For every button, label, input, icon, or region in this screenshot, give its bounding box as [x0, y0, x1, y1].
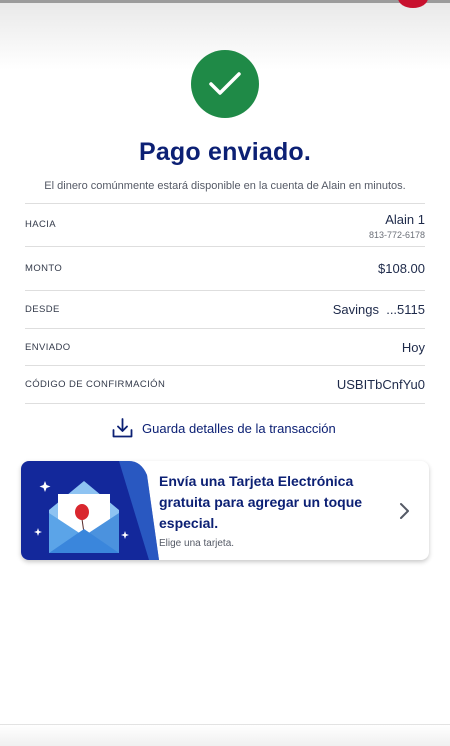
- bottom-bar: [0, 725, 450, 746]
- sent-value: Hoy: [401, 339, 425, 355]
- from-account: Savings ...5115: [332, 302, 425, 317]
- recipient-name: Alain 1: [385, 212, 425, 227]
- confirmation-label: CÓDIGO DE CONFIRMACIÓN: [25, 379, 166, 390]
- detail-row-confirmation: CÓDIGO DE CONFIRMACIÓN USBITbCnfYu0: [25, 365, 425, 404]
- detail-row-amount: MONTO $108.00: [25, 246, 425, 290]
- page-title: Pago enviado.: [138, 138, 312, 166]
- status-bar-edge: [0, 0, 450, 3]
- transaction-details: HACIA Alain 1 813-772-6178 MONTO $108.00…: [25, 203, 425, 404]
- chevron-right-icon[interactable]: [396, 501, 412, 521]
- sent-label: ENVIADO: [25, 341, 71, 353]
- envelope-balloon-illustration: [21, 461, 159, 560]
- success-checkmark: [191, 50, 259, 118]
- detail-row-sent: ENVIADO Hoy: [25, 328, 425, 365]
- save-transaction-details-link[interactable]: Guarda detalles de la transacción: [112, 416, 336, 440]
- download-icon: [112, 418, 133, 438]
- confirmation-code: USBITbCnfYu0: [336, 377, 425, 392]
- checkmark-icon: [209, 72, 241, 95]
- ecard-subtitle: Elige una tarjeta.: [159, 538, 235, 549]
- save-link-label: Guarda detalles de la transacción: [142, 420, 336, 436]
- to-label: HACIA: [25, 219, 57, 230]
- detail-row-from: DESDE Savings ...5115: [25, 290, 425, 328]
- recipient-phone: 813-772-6178: [368, 230, 425, 240]
- ecard-promo-card[interactable]: Envía una Tarjeta Electrónica gratuita p…: [21, 461, 429, 560]
- page-subtitle: El dinero comúnmente estará disponible e…: [44, 180, 406, 192]
- from-label: DESDE: [25, 304, 60, 315]
- ecard-title: Envía una Tarjeta Electrónica gratuita p…: [159, 473, 363, 531]
- to-value-group: Alain 1 813-772-6178: [369, 212, 425, 240]
- amount-label: MONTO: [25, 263, 63, 274]
- amount-value: $108.00: [378, 261, 425, 276]
- detail-row-to: HACIA Alain 1 813-772-6178: [25, 203, 425, 246]
